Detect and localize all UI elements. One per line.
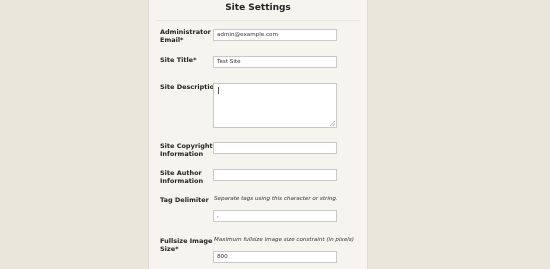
fullsize-label: Fullsize Image Size* — [160, 237, 213, 253]
resize-handle-icon[interactable] — [330, 121, 335, 126]
site-title-label: Site Title* — [160, 56, 197, 64]
admin-email-field[interactable]: admin@example.com — [213, 29, 337, 41]
tag-delimiter-label: Tag Delimiter — [160, 196, 209, 204]
tag-delimiter-hint: Separate tags using this character or st… — [214, 196, 338, 202]
fullsize-hint: Maximum fullsize image size constraint (… — [214, 237, 354, 243]
site-description-label: Site Description — [160, 83, 219, 91]
site-title-field[interactable]: Test Site — [213, 56, 337, 68]
admin-email-label: Administrator Email* — [160, 28, 211, 44]
site-description-textarea[interactable] — [213, 83, 337, 128]
page-title: Site Settings — [225, 3, 291, 13]
copyright-label: Site Copyright Information — [160, 142, 213, 158]
copyright-field[interactable] — [213, 142, 337, 154]
tag-delimiter-field[interactable]: , — [213, 210, 337, 222]
settings-panel: Site Settings Administrator Email* admin… — [148, 0, 368, 269]
fullsize-field[interactable]: 800 — [213, 251, 337, 263]
author-label: Site Author Information — [160, 169, 204, 185]
title-divider — [156, 20, 360, 21]
text-cursor — [218, 87, 219, 94]
author-field[interactable] — [213, 169, 337, 181]
